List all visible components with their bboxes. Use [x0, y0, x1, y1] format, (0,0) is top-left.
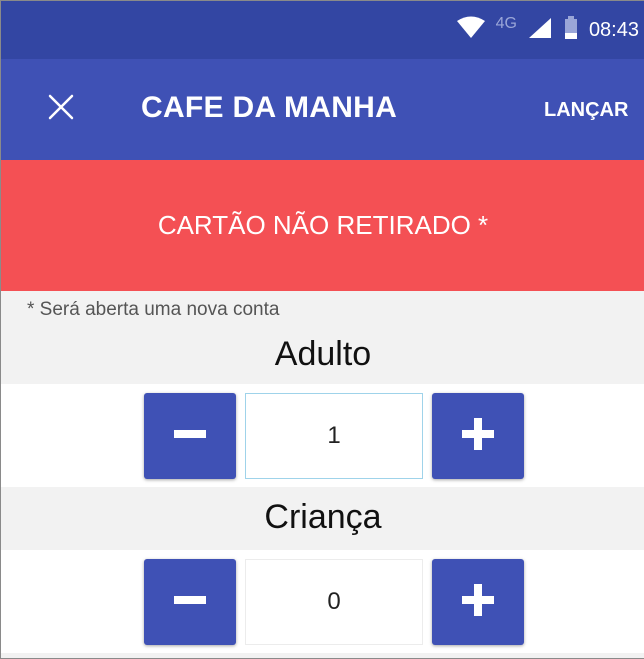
child-quantity-field[interactable]: 0 — [245, 559, 423, 645]
wifi-icon — [456, 16, 486, 45]
page-title: CAFE DA MANHA — [141, 91, 398, 124]
child-decrement-button[interactable] — [144, 559, 236, 645]
close-icon — [48, 94, 74, 125]
app-bar: CAFE DA MANHA LANÇAR — [1, 59, 644, 160]
adult-decrement-button[interactable] — [144, 393, 236, 479]
clock: 08:43 — [588, 18, 639, 41]
child-increment-button[interactable] — [432, 559, 524, 645]
signal-icon — [527, 16, 553, 45]
network-type: 4G — [495, 15, 517, 32]
minus-icon — [172, 582, 208, 623]
app-screen: 4G 08:43 CAFE DA MANHA LANÇAR CARTÃO NÃO… — [0, 0, 644, 659]
adult-label: Adulto — [274, 335, 372, 373]
adult-increment-button[interactable] — [432, 393, 524, 479]
warning-text: CARTÃO NÃO RETIRADO * — [157, 210, 489, 240]
minus-icon — [172, 416, 208, 457]
plus-icon — [460, 582, 496, 623]
close-button[interactable] — [37, 85, 85, 133]
adult-counter-row: 1 — [1, 384, 644, 487]
status-icons: 4G 08:43 — [456, 1, 639, 59]
new-account-note: * Será aberta uma nova conta — [27, 299, 280, 320]
child-label: Criança — [264, 498, 382, 536]
launch-button[interactable]: LANÇAR — [544, 99, 628, 122]
adult-quantity-field[interactable]: 1 — [245, 393, 423, 479]
battery-icon — [563, 15, 579, 45]
warning-banner: CARTÃO NÃO RETIRADO * — [1, 160, 644, 291]
plus-icon — [460, 416, 496, 457]
status-bar: 4G 08:43 — [1, 1, 644, 59]
child-counter-row: 0 — [1, 550, 644, 653]
